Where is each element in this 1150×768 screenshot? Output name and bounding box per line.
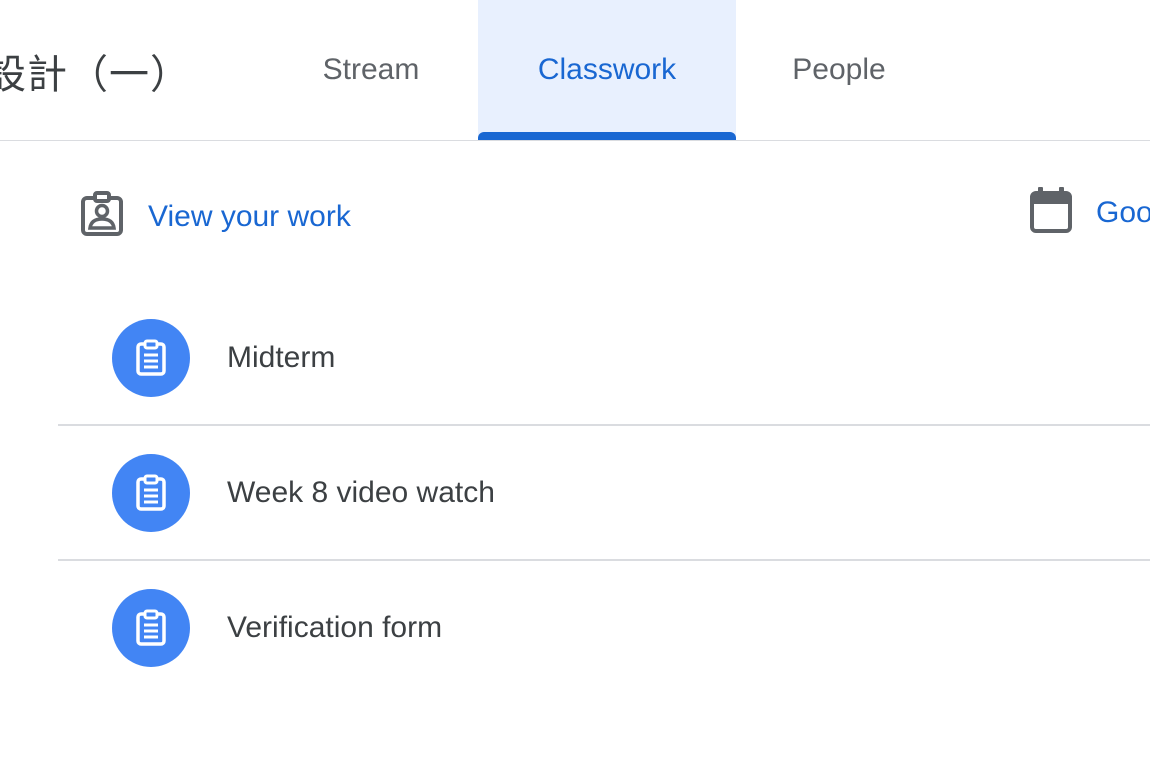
classwork-list: Midterm Week 8 video watch Verification xyxy=(58,291,1150,694)
google-calendar-label: Goo xyxy=(1096,195,1150,229)
classwork-title: Week 8 video watch xyxy=(227,475,495,509)
list-item[interactable]: Midterm xyxy=(58,291,1150,426)
tab-people[interactable]: People xyxy=(763,0,915,140)
tab-label: Stream xyxy=(322,53,420,86)
assignment-ind-icon xyxy=(78,190,126,243)
calendar-icon xyxy=(1028,185,1074,240)
tab-label: Classwork xyxy=(537,53,677,86)
view-your-work-label: View your work xyxy=(148,199,351,233)
tab-label: People xyxy=(792,53,886,86)
tab-stream[interactable]: Stream xyxy=(290,0,452,140)
classwork-title: Midterm xyxy=(227,340,336,374)
class-title[interactable]: 設計（一） xyxy=(0,42,191,100)
top-navigation-bar: 設計（一） Stream Classwork People xyxy=(0,0,1150,141)
list-item[interactable]: Week 8 video watch xyxy=(58,426,1150,561)
classwork-title: Verification form xyxy=(227,610,443,644)
assignment-icon xyxy=(112,318,190,397)
google-calendar-link[interactable]: Goo xyxy=(1028,185,1150,240)
tab-classwork[interactable]: Classwork xyxy=(478,0,736,140)
list-item[interactable]: Verification form xyxy=(58,561,1150,694)
active-tab-indicator xyxy=(478,132,736,140)
assignment-icon xyxy=(112,453,190,532)
assignment-icon xyxy=(112,588,190,667)
view-your-work-link[interactable]: View your work xyxy=(78,190,351,243)
